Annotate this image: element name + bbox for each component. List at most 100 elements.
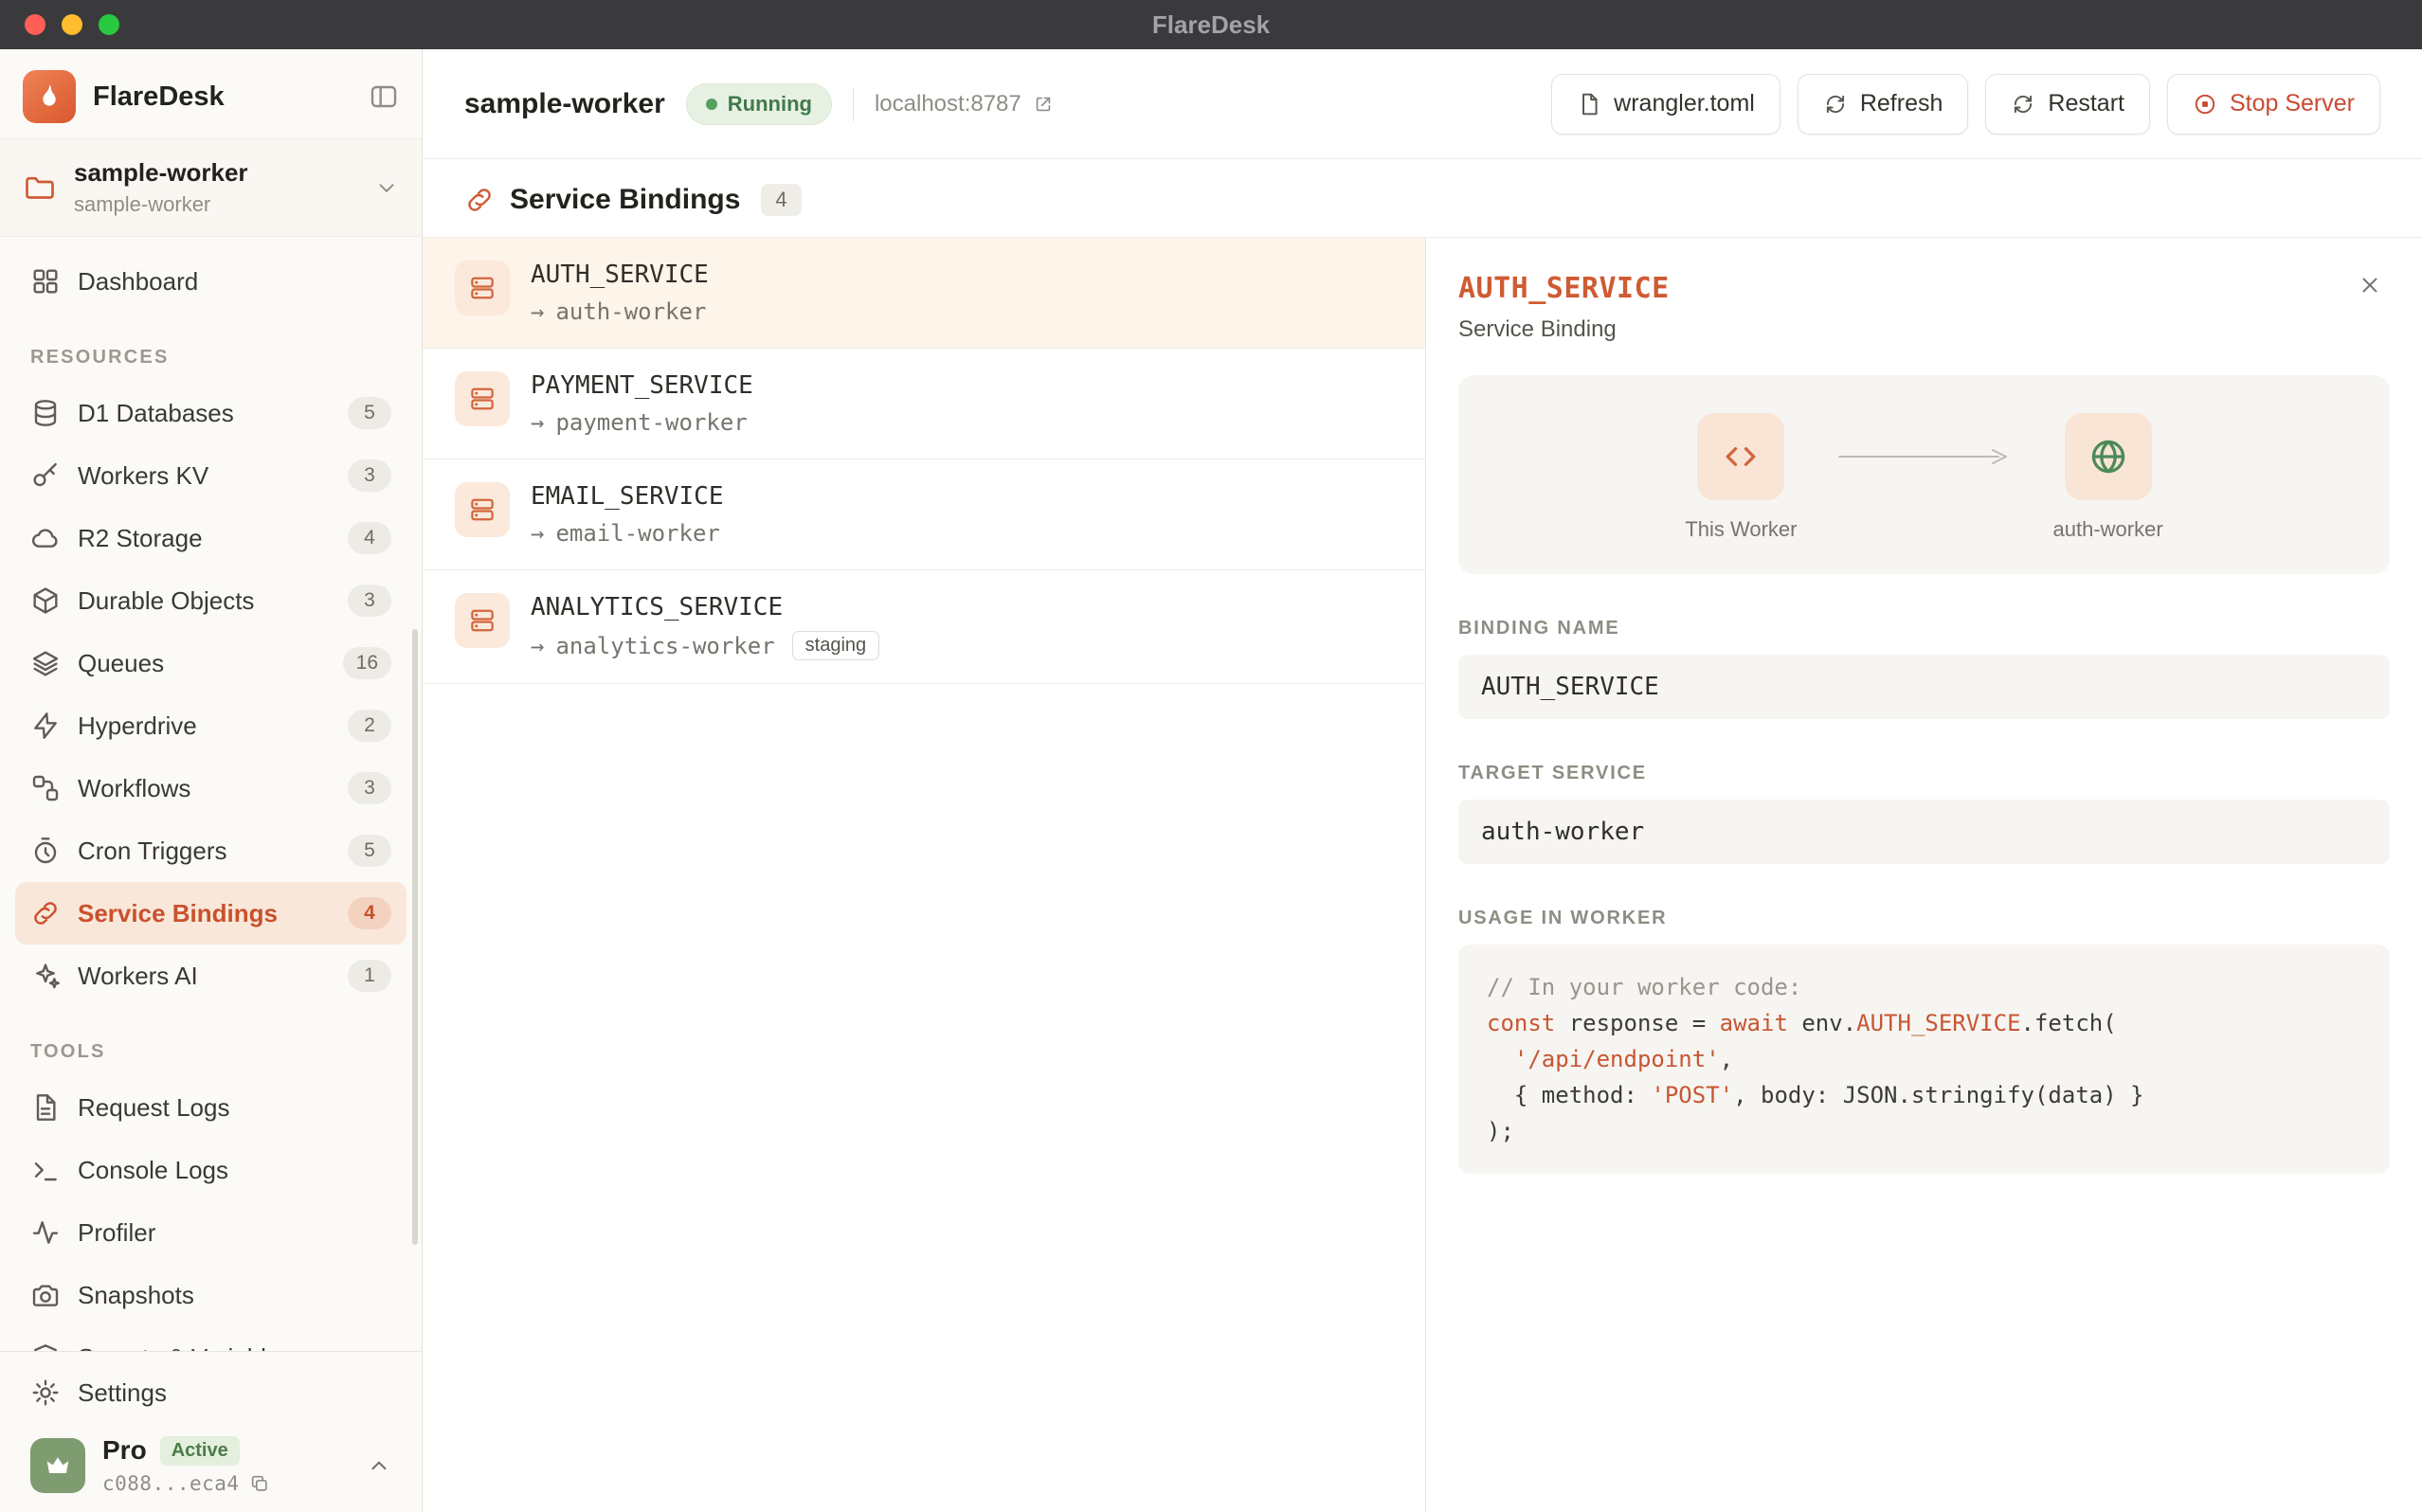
timer-icon: [30, 836, 61, 866]
minimize-window-button[interactable]: [62, 14, 82, 35]
restart-button[interactable]: Restart: [1985, 74, 2150, 135]
chevron-up-icon: [367, 1453, 391, 1478]
project-environment: sample-worker: [74, 192, 248, 217]
camera-icon: [30, 1280, 61, 1310]
arrow-glyph: →: [531, 298, 544, 325]
app-logo: [23, 70, 76, 123]
sidebar-item-cron-triggers[interactable]: Cron Triggers5: [15, 819, 407, 882]
sidebar-item-label: Dashboard: [78, 267, 198, 297]
code-line: { method: 'POST', body: JSON.stringify(d…: [1487, 1077, 2361, 1113]
wrangler-toml-button[interactable]: wrangler.toml: [1551, 74, 1780, 135]
sidebar-item-badge: 2: [348, 710, 391, 742]
sidebar-item-label: Workers AI: [78, 962, 198, 991]
server-icon: [468, 606, 497, 635]
nav-section-label: RESOURCES: [30, 347, 391, 369]
project-name: sample-worker: [74, 158, 248, 188]
binding-row-email-service[interactable]: EMAIL_SERVICE →email-worker: [423, 459, 1425, 570]
sidebar-item-badge: 3: [348, 772, 391, 804]
binding-row-auth-service[interactable]: AUTH_SERVICE→auth-worker: [423, 238, 1425, 349]
sidebar-scrollbar[interactable]: [412, 629, 418, 1245]
sidebar-item-d1-databases[interactable]: D1 Databases5: [15, 382, 407, 444]
binding-row-payment-service[interactable]: PAYMENT_SERVICE→payment-worker: [423, 349, 1425, 459]
account-id: c088...eca4: [102, 1472, 240, 1495]
close-detail-button[interactable]: [2354, 270, 2386, 302]
sidebar-item-secrets-variables[interactable]: Secrets & Variables: [15, 1326, 407, 1351]
sidebar-item-dashboard[interactable]: Dashboard: [15, 250, 407, 313]
plan-meta: Pro Active c088...eca4: [102, 1435, 270, 1495]
cloud-icon: [30, 523, 61, 553]
sidebar-item-badge: 5: [348, 397, 391, 429]
target-node: auth-worker: [2053, 413, 2163, 542]
environment-tag: staging: [792, 631, 880, 660]
binding-icon-box: [455, 482, 510, 537]
sidebar-item-request-logs[interactable]: Request Logs: [15, 1076, 407, 1139]
sidebar-item-queues[interactable]: Queues16: [15, 632, 407, 694]
content-area: AUTH_SERVICE→auth-workerPAYMENT_SERVICE→…: [423, 237, 2422, 1512]
code-token: response =: [1555, 1010, 1719, 1036]
activity-icon: [30, 1217, 61, 1248]
code-token: const: [1487, 1010, 1555, 1036]
sidebar-item-durable-objects[interactable]: Durable Objects3: [15, 569, 407, 632]
binding-target-name: payment-worker: [555, 409, 747, 436]
sidebar-item-r2-storage[interactable]: R2 Storage4: [15, 507, 407, 569]
sidebar-item-badge: 4: [348, 522, 391, 554]
gear-icon: [30, 1377, 61, 1408]
sparkles-icon: [30, 961, 61, 991]
sidebar-item-service-bindings[interactable]: Service Bindings4: [15, 882, 407, 945]
sidebar-item-label: Cron Triggers: [78, 837, 227, 866]
close-window-button[interactable]: [25, 14, 45, 35]
sidebar-item-settings[interactable]: Settings: [15, 1363, 407, 1422]
binding-detail-panel: AUTH_SERVICE Service Binding This Worker…: [1426, 238, 2422, 1512]
window-title: FlareDesk: [1152, 10, 1270, 40]
sidebar-item-workers-kv[interactable]: Workers KV3: [15, 444, 407, 507]
window-controls: [25, 0, 119, 49]
sidebar-item-snapshots[interactable]: Snapshots: [15, 1264, 407, 1326]
terminal-icon: [30, 1155, 61, 1185]
button-label: Restart: [2048, 90, 2124, 117]
arrow-glyph: →: [531, 633, 544, 659]
code-token: );: [1487, 1118, 1514, 1144]
binding-info: AUTH_SERVICE→auth-worker: [531, 261, 709, 325]
kv-icon: [30, 460, 61, 491]
arrow-glyph: →: [531, 409, 544, 436]
file-icon: [1577, 92, 1601, 117]
binding-target: →email-worker: [531, 520, 724, 547]
sidebar-item-badge: 16: [343, 647, 391, 679]
plan-avatar: [30, 1438, 85, 1493]
plan-card[interactable]: Pro Active c088...eca4: [15, 1422, 407, 1495]
server-icon: [468, 495, 497, 524]
code-line: const response = await env.AUTH_SERVICE.…: [1487, 1005, 2361, 1041]
sidebar-item-label: Secrets & Variables: [78, 1343, 292, 1352]
button-label: Refresh: [1860, 90, 1943, 117]
section-header: Service Bindings 4: [423, 159, 2422, 237]
zoom-window-button[interactable]: [99, 14, 119, 35]
collapse-sidebar-icon[interactable]: [369, 81, 399, 112]
code-token: ,: [1720, 1046, 1733, 1072]
restart-icon: [2011, 92, 2035, 117]
flame-icon: [34, 81, 64, 112]
database-icon: [30, 398, 61, 428]
binding-icon-box: [455, 371, 510, 426]
sidebar-item-badge: 1: [348, 960, 391, 992]
host-link[interactable]: localhost:8787: [875, 91, 1054, 117]
sidebar-item-workers-ai[interactable]: Workers AI 1: [15, 945, 407, 1007]
sidebar-item-workflows[interactable]: Workflows3: [15, 757, 407, 819]
binding-row-analytics-service[interactable]: ANALYTICS_SERVICE→analytics-workerstagin…: [423, 570, 1425, 684]
binding-info: EMAIL_SERVICE →email-worker: [531, 482, 724, 547]
app-window: FlareDesk sample-worker sample-worker Da…: [0, 49, 2422, 1512]
binding-target: → payment-worker: [531, 409, 753, 436]
main-area: sample-worker Running localhost:8787 wra…: [423, 49, 2422, 1512]
sidebar-item-hyperdrive[interactable]: Hyperdrive2: [15, 694, 407, 757]
source-node: This Worker: [1685, 413, 1797, 542]
stop-server-button[interactable]: Stop Server: [2167, 74, 2380, 135]
project-selector[interactable]: sample-worker sample-worker: [0, 138, 422, 237]
binding-name-value: AUTH_SERVICE: [1458, 655, 2390, 719]
copy-icon[interactable]: [249, 1473, 270, 1494]
status-badge: Running: [686, 83, 832, 125]
refresh-button[interactable]: Refresh: [1798, 74, 1969, 135]
sidebar-item-profiler[interactable]: Profiler: [15, 1201, 407, 1264]
plan-status-badge: Active: [160, 1436, 240, 1466]
binding-name: EMAIL_SERVICE: [531, 482, 724, 511]
sidebar-item-console-logs[interactable]: Console Logs: [15, 1139, 407, 1201]
code-line: // In your worker code:: [1487, 969, 2361, 1005]
